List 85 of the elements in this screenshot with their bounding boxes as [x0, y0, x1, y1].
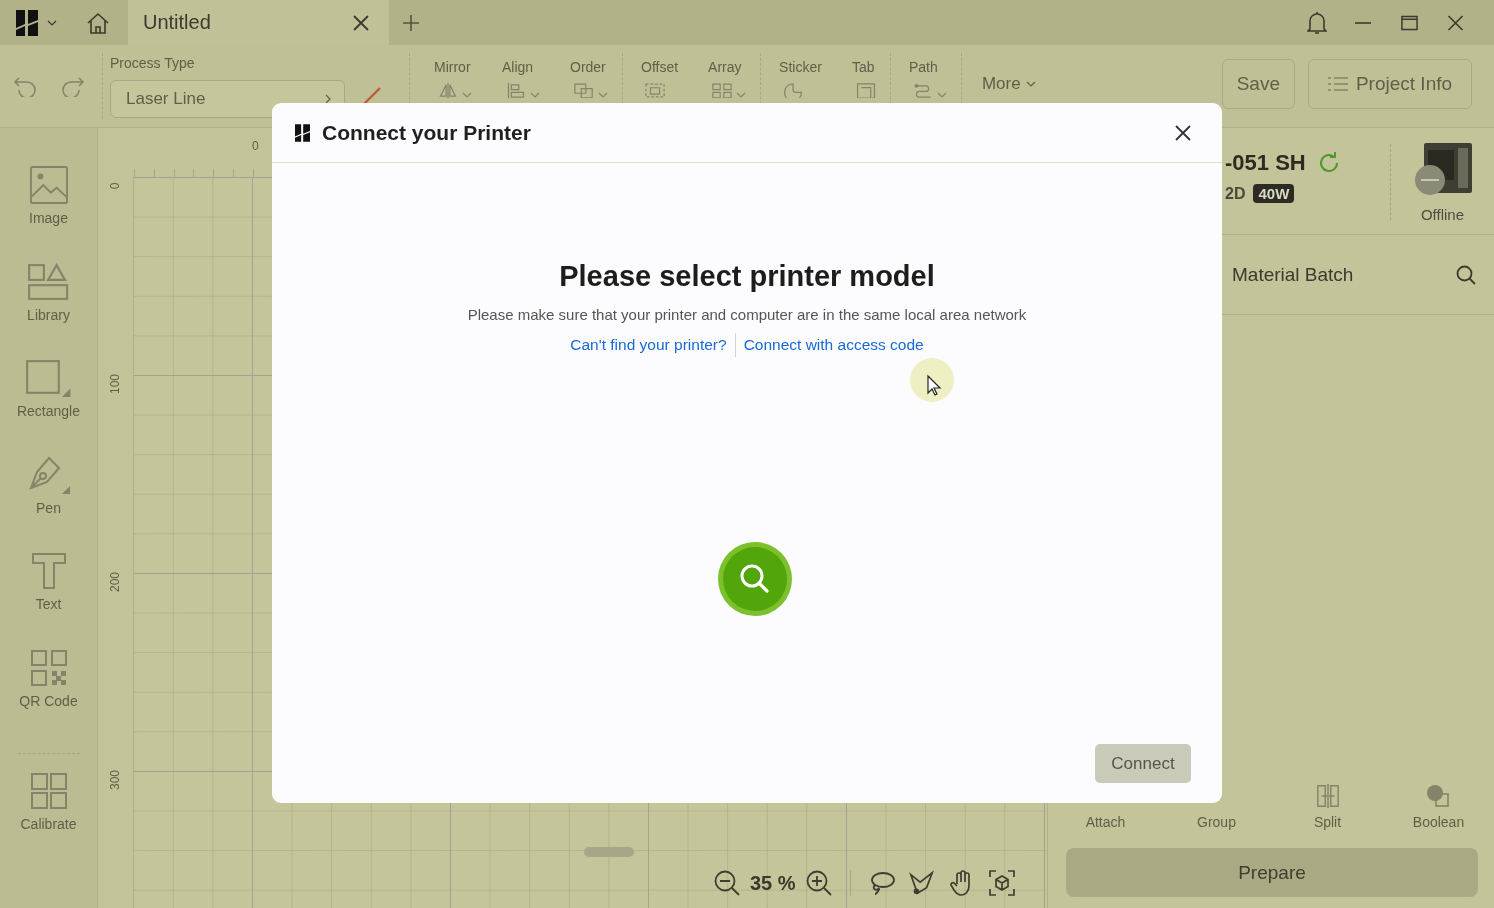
sidebar-tool[interactable]: Image	[0, 166, 97, 263]
project-info-button[interactable]: Project Info	[1308, 59, 1472, 109]
search-button[interactable]	[1455, 263, 1477, 286]
minimize-icon	[1355, 21, 1371, 24]
toolbar-button[interactable]: Align	[502, 45, 540, 98]
process-type-label: Process Type	[110, 55, 196, 71]
sidebar-tool[interactable]: Library	[0, 262, 97, 359]
prepare-button[interactable]: Prepare	[1066, 848, 1478, 897]
boolean-shapes-icon	[1425, 784, 1452, 808]
toolbar-button[interactable]: Array	[708, 45, 747, 98]
search-icon	[1456, 264, 1476, 285]
sidebar-tool[interactable]: Text	[0, 552, 97, 649]
pen-nib-icon	[26, 455, 71, 494]
qr-code-icon	[29, 648, 68, 687]
logo-icon	[16, 9, 38, 36]
path-icon	[912, 83, 933, 98]
maximize-icon	[1400, 14, 1418, 31]
printer-name: -051 SH	[1225, 150, 1306, 176]
toolbar-button[interactable]: Tab	[851, 45, 876, 98]
document-tab[interactable]: Untitled	[128, 0, 389, 45]
sidebar-tool[interactable]: QR Code	[0, 648, 97, 745]
close-icon	[1446, 14, 1464, 31]
zoom-in-icon	[805, 870, 832, 896]
layers-icon	[574, 83, 594, 98]
toolbar-button[interactable]: Offset	[641, 45, 679, 98]
toolbar-button[interactable]: Sticker	[779, 45, 822, 98]
printer-status: Offline	[1420, 206, 1465, 223]
save-button[interactable]: Save	[1221, 59, 1295, 109]
mouse-cursor-icon	[909, 358, 955, 402]
zoom-level: 35 %	[750, 871, 796, 895]
logo-icon	[295, 121, 310, 144]
zoom-out-icon	[714, 870, 740, 896]
section-title[interactable]: Material Batch	[1232, 263, 1455, 286]
text-icon	[30, 552, 67, 590]
more-button[interactable]: More	[973, 70, 1036, 98]
rectangle-icon	[25, 359, 72, 397]
sidebar-tool[interactable]: Pen	[0, 455, 97, 552]
ruler-label: 100	[108, 374, 123, 394]
offset-icon	[645, 83, 665, 98]
mirror-icon	[438, 83, 458, 98]
capture-frame-icon	[988, 870, 1015, 896]
sidebar-tool[interactable]: Calibrate	[0, 772, 97, 869]
close-icon	[1175, 124, 1191, 141]
caret-icon	[1025, 81, 1036, 87]
help-link[interactable]: Can't find your printer?	[570, 335, 727, 355]
bell-icon	[1307, 10, 1327, 35]
align-icon	[506, 83, 526, 98]
edit-tool-button[interactable]: Attach	[1050, 783, 1161, 830]
dialog-title: Connect your Printer	[322, 120, 531, 145]
printer-offline-icon	[1413, 142, 1474, 198]
search-icon	[717, 541, 793, 617]
scrollbar-thumb[interactable]	[584, 847, 634, 857]
sidebar-tool[interactable]: Rectangle	[0, 359, 97, 456]
network-hint: Please make sure that your printer and computer are in the same local area network	[467, 305, 1027, 325]
close-tab-button[interactable]	[351, 14, 371, 31]
lasso-icon	[868, 870, 895, 896]
caret-icon	[47, 19, 57, 26]
calibrate-grid-icon	[29, 772, 68, 810]
edit-tool-button[interactable]: Split	[1272, 783, 1383, 830]
list-icon	[1327, 76, 1348, 92]
image-icon	[29, 166, 68, 204]
edit-tool-button[interactable]: Group	[1161, 783, 1272, 830]
shapes-icon	[27, 262, 70, 301]
toolbar-button[interactable]: Order	[570, 45, 608, 98]
toolbar-button[interactable]: Mirror	[434, 45, 472, 98]
home-icon	[86, 11, 110, 34]
edit-tool-button[interactable]: Boolean	[1383, 783, 1494, 830]
ruler-label: 0	[252, 139, 259, 153]
ruler-label: 200	[108, 572, 123, 592]
sticker-icon	[783, 83, 804, 98]
toolbar-button[interactable]: Path	[908, 45, 947, 98]
undo-icon	[13, 75, 37, 97]
plus-icon	[403, 14, 419, 31]
grid-icon	[712, 83, 733, 98]
help-link[interactable]: Connect with access code	[743, 335, 924, 355]
laser-power-badge: 40W	[1253, 184, 1295, 203]
split-icon	[1314, 784, 1341, 808]
printer-model: 2D	[1225, 184, 1246, 203]
ruler-label: 300	[108, 770, 123, 790]
polygon-select-icon	[908, 870, 935, 896]
dialog-heading: Please select printer model	[559, 259, 935, 293]
tab-icon	[855, 83, 876, 98]
ruler-label: 0	[108, 182, 123, 190]
redo-icon	[61, 75, 85, 97]
close-icon	[353, 14, 369, 31]
